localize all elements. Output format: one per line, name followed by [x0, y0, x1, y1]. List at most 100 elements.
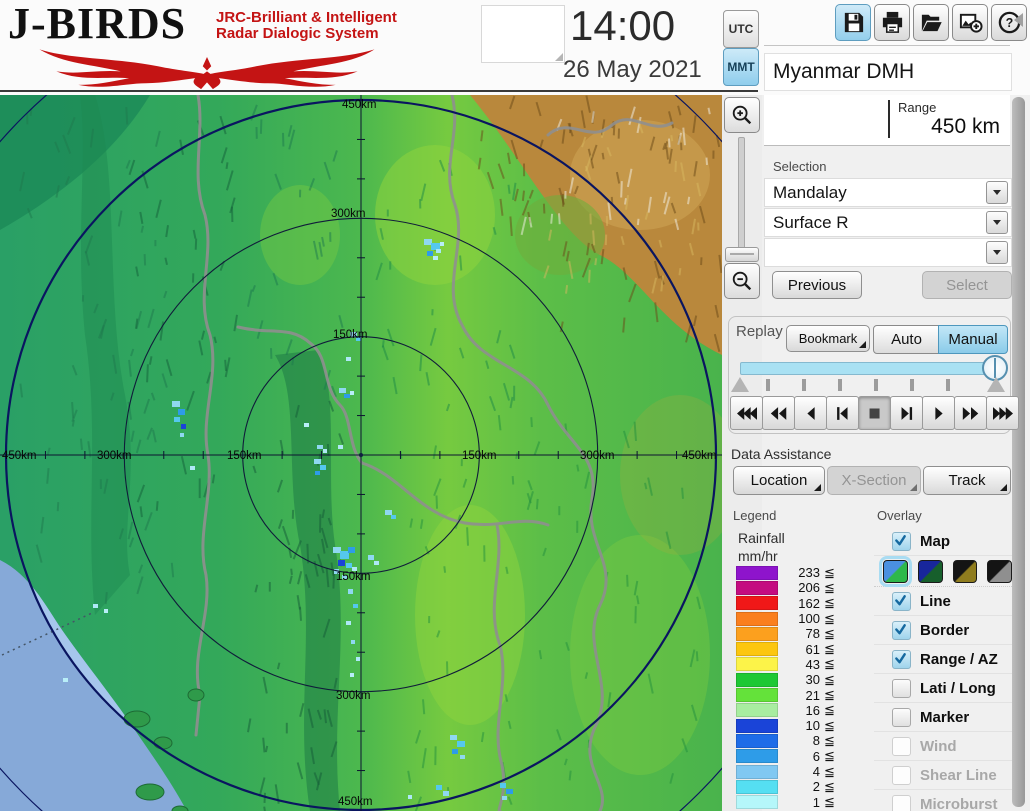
- product-dropdown[interactable]: Surface R: [764, 208, 1012, 237]
- replay-range-end-marker[interactable]: [987, 377, 1005, 392]
- datetime-input[interactable]: [481, 5, 565, 63]
- rain-echo: [314, 459, 321, 464]
- legend-row: 78 ≦: [736, 625, 841, 642]
- overlay-checkbox-shear-line[interactable]: [892, 765, 911, 785]
- playback-play-button[interactable]: [922, 396, 955, 430]
- ring-label: 300km: [97, 450, 132, 462]
- ring-label: 450km: [338, 796, 373, 808]
- zoom-in-button[interactable]: [724, 97, 760, 133]
- extra-dropdown[interactable]: [764, 238, 1012, 267]
- map-style-swatch-1[interactable]: [879, 555, 912, 587]
- overlay-checkbox-lati-long[interactable]: [892, 678, 911, 698]
- legend-row: 206 ≦: [736, 579, 841, 595]
- rain-echo: [172, 401, 180, 407]
- legend-operator: ≦: [824, 579, 835, 595]
- playback-forward-2x-button[interactable]: [954, 396, 987, 430]
- overlay-checkbox-range-az[interactable]: [892, 649, 911, 669]
- legend-row: 30 ≦: [736, 671, 841, 687]
- rain-echo: [346, 563, 352, 568]
- panel-collapse-arrow-icon[interactable]: [1014, 13, 1023, 27]
- legend-value: 78: [805, 626, 820, 642]
- rain-echo: [436, 785, 442, 790]
- legend-color-swatch: [736, 688, 778, 703]
- playback-forward-3x-button[interactable]: [986, 396, 1019, 430]
- replay-timeline-track[interactable]: [740, 362, 992, 375]
- station-title: Myanmar DMH: [773, 60, 915, 83]
- print-button[interactable]: [874, 4, 910, 41]
- selection-section-label: Selection: [773, 159, 827, 174]
- site-dropdown[interactable]: Mandalay: [764, 178, 1012, 207]
- rain-echo: [180, 433, 184, 437]
- logo-subtitle: JRC-Brilliant & Intelligent Radar Dialog…: [216, 9, 397, 42]
- playback-rewind-3x-button[interactable]: [730, 396, 763, 430]
- rain-echo: [433, 256, 438, 260]
- legend-section-label: Legend: [733, 508, 777, 523]
- add-image-button[interactable]: [952, 4, 988, 41]
- zoom-slider-track[interactable]: [738, 137, 745, 257]
- location-button[interactable]: Location: [733, 466, 825, 495]
- overlay-checkbox-line[interactable]: [892, 591, 911, 611]
- overlay-checkbox-marker[interactable]: [892, 707, 911, 727]
- legend-row: 8 ≦: [736, 733, 841, 748]
- previous-button[interactable]: Previous: [772, 271, 862, 299]
- legend-operator: ≦: [824, 625, 835, 641]
- manual-button[interactable]: Manual: [938, 325, 1008, 354]
- legend-row: 43 ≦: [736, 656, 841, 672]
- zoom-out-button[interactable]: [724, 263, 760, 299]
- select-button[interactable]: Select: [922, 271, 1012, 299]
- playback-stop-button[interactable]: [858, 396, 891, 430]
- rain-echo: [450, 735, 457, 740]
- open-button[interactable]: [913, 4, 949, 41]
- replay-tick: [838, 379, 842, 391]
- auto-button[interactable]: Auto: [873, 325, 940, 354]
- map-style-swatch-4[interactable]: [987, 559, 1012, 583]
- chevron-down-icon[interactable]: [986, 211, 1008, 234]
- rain-echo: [502, 796, 507, 800]
- chevron-down-icon[interactable]: [986, 241, 1008, 264]
- rewind-3x-icon: [736, 406, 757, 420]
- playback-rewind-2x-button[interactable]: [762, 396, 795, 430]
- zoom-slider-handle[interactable]: [725, 247, 759, 262]
- ring-label: 150km: [336, 571, 371, 583]
- rain-echo: [350, 673, 354, 677]
- legend-color-swatch: [736, 749, 778, 764]
- save-button[interactable]: [835, 4, 871, 41]
- legend-color-swatch: [736, 718, 778, 733]
- rewind-2x-icon: [770, 406, 786, 420]
- map-style-swatch-3[interactable]: [952, 559, 978, 583]
- replay-tick: [910, 379, 914, 391]
- playback-step-forward-button[interactable]: [890, 396, 923, 430]
- forward-2x-icon: [962, 406, 978, 420]
- legend-row: 6 ≦: [736, 748, 841, 764]
- legend-operator: ≦: [824, 610, 835, 626]
- x-section-button[interactable]: X-Section: [827, 466, 921, 495]
- map-style-swatch-2[interactable]: [917, 559, 943, 583]
- legend-operator: ≦: [824, 717, 835, 733]
- mmt-button[interactable]: MMT: [723, 48, 759, 86]
- floppy-disk-icon: [844, 12, 863, 33]
- overlay-checkbox-border[interactable]: [892, 620, 911, 640]
- playback-step-back-button[interactable]: [826, 396, 859, 430]
- radar-map[interactable]: 450km 300km 150km 150km 300km 450km 450km 300km…: [0, 0, 840, 811]
- folder-icon: [921, 14, 942, 32]
- track-button[interactable]: Track: [923, 466, 1011, 495]
- printer-icon: [882, 11, 902, 33]
- rain-echo: [333, 547, 341, 553]
- overlay-item-range-az: Range / AZ: [874, 645, 1012, 674]
- playback-play-reverse-button[interactable]: [794, 396, 827, 430]
- replay-range-start-marker[interactable]: [731, 377, 749, 392]
- overlay-checkbox-wind[interactable]: [892, 736, 911, 756]
- overlay-checkbox-map[interactable]: [892, 531, 911, 551]
- overlay-item-border: Border: [874, 616, 1012, 645]
- legend-operator: ≦: [824, 671, 835, 687]
- rain-echo: [440, 242, 444, 246]
- panel-side-bar[interactable]: [1012, 97, 1025, 807]
- overlay-checkbox-microburst[interactable]: [892, 794, 911, 811]
- utc-button[interactable]: UTC: [723, 10, 759, 48]
- map-style-row: [874, 555, 1012, 587]
- bookmark-button[interactable]: Bookmark: [786, 325, 870, 352]
- overlay-item-shear-line: Shear Line: [874, 761, 1012, 790]
- chevron-down-icon[interactable]: [986, 181, 1008, 204]
- product-dropdown-value: Surface R: [773, 212, 849, 232]
- rain-echo: [174, 417, 180, 422]
